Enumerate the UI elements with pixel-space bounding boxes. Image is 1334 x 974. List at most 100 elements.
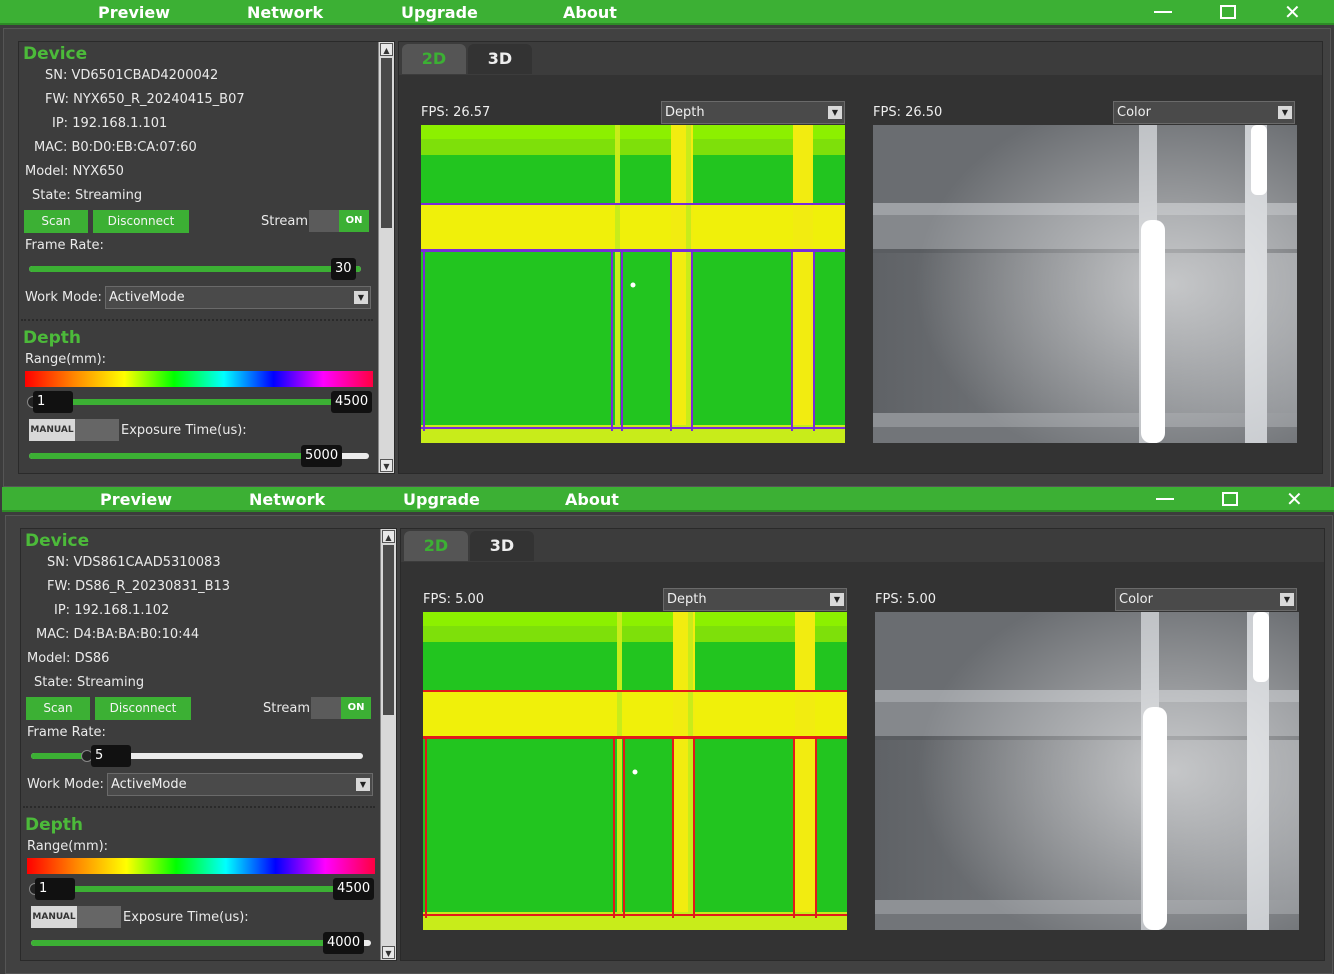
mac-row: MAC: D4:BA:BA:B0:10:44 xyxy=(36,627,199,642)
scroll-up-icon[interactable]: ▲ xyxy=(382,530,395,543)
depth-stream-select[interactable]: Depth ▼ xyxy=(663,588,847,611)
state-row: State: Streaming xyxy=(34,675,144,690)
scroll-down-icon[interactable]: ▼ xyxy=(380,459,393,472)
stream-label: Stream: xyxy=(263,701,315,716)
model-label: Model: xyxy=(25,164,69,179)
stream-viewer: 2D 3D FPS: 5.00 Depth ▼ FPS: 5.00 Color ▼ xyxy=(400,528,1325,961)
depth-fps-label: FPS: xyxy=(421,105,449,120)
manual-label: MANUAL xyxy=(31,906,77,928)
section-divider xyxy=(23,806,375,808)
tab-3d[interactable]: 3D xyxy=(470,531,534,561)
model-label: Model: xyxy=(27,651,71,666)
device-section-title: Device xyxy=(25,531,90,551)
scrollbar-thumb[interactable] xyxy=(381,58,392,228)
work-mode-select[interactable]: ActiveMode ▼ xyxy=(105,286,371,309)
model-value: NYX650 xyxy=(72,164,124,179)
menu-preview[interactable]: Preview xyxy=(100,490,172,509)
frame-rate-value: 5 xyxy=(91,745,131,767)
exposure-mode-toggle[interactable]: MANUAL xyxy=(31,906,121,928)
model-value: DS86 xyxy=(74,651,110,666)
menu-about[interactable]: About xyxy=(563,3,617,22)
frame-rate-slider[interactable] xyxy=(29,266,361,272)
title-bar: Preview Network Upgrade About ✕ xyxy=(0,0,1334,25)
scroll-down-icon[interactable]: ▼ xyxy=(382,946,395,959)
minimize-icon[interactable] xyxy=(1156,498,1174,500)
scroll-up-icon[interactable]: ▲ xyxy=(380,43,393,56)
range-max-value: 4500 xyxy=(333,878,375,900)
range-label: Range(mm): xyxy=(27,839,109,854)
disconnect-button[interactable]: Disconnect xyxy=(93,210,189,233)
chevron-down-icon: ▼ xyxy=(830,593,844,606)
menu-network[interactable]: Network xyxy=(247,3,323,22)
stream-toggle[interactable]: ON xyxy=(309,210,369,232)
close-icon[interactable]: ✕ xyxy=(1284,1,1301,23)
frame-rate-label: Frame Rate: xyxy=(25,238,104,253)
chevron-down-icon: ▼ xyxy=(354,291,368,304)
menu-about[interactable]: About xyxy=(565,490,619,509)
exposure-label: Exposure Time(us): xyxy=(121,423,247,438)
color-fps: FPS: 26.50 xyxy=(873,105,942,120)
tab-2d[interactable]: 2D xyxy=(402,44,466,74)
color-fps-value: 26.50 xyxy=(905,105,943,120)
menu-upgrade[interactable]: Upgrade xyxy=(401,3,478,22)
settings-scrollbar[interactable]: ▲ ▼ xyxy=(378,42,394,473)
depth-fps-value: 5.00 xyxy=(455,592,485,607)
menu-upgrade[interactable]: Upgrade xyxy=(403,490,480,509)
mac-label: MAC: xyxy=(34,140,68,155)
exposure-slider-fill xyxy=(29,453,341,459)
color-stream-select[interactable]: Color ▼ xyxy=(1113,101,1295,124)
stream-view-area: FPS: 26.57 Depth ▼ FPS: 26.50 Color ▼ xyxy=(399,75,1322,473)
depth-view xyxy=(423,612,847,930)
scrollbar-thumb[interactable] xyxy=(383,545,394,715)
minimize-icon[interactable] xyxy=(1154,11,1172,13)
close-icon[interactable]: ✕ xyxy=(1286,488,1303,510)
color-stream-select[interactable]: Color ▼ xyxy=(1115,588,1297,611)
sn-row: SN: VD6501CBAD4200042 xyxy=(45,68,218,83)
fw-row: FW: NYX650_R_20240415_B07 xyxy=(45,92,245,107)
scan-button[interactable]: Scan xyxy=(24,210,88,233)
work-mode-select[interactable]: ActiveMode ▼ xyxy=(107,773,373,796)
maximize-icon[interactable] xyxy=(1222,492,1238,506)
range-slider[interactable] xyxy=(29,399,361,405)
stream-viewer: 2D 3D FPS: 26.57 Depth ▼ FPS: 26.50 Color xyxy=(398,41,1323,474)
frame-rate-value: 30 xyxy=(331,258,356,280)
maximize-icon[interactable] xyxy=(1220,5,1236,19)
stream-toggle[interactable]: ON xyxy=(311,697,371,719)
tab-3d[interactable]: 3D xyxy=(468,44,532,74)
device-section-title: Device xyxy=(23,44,88,64)
depth-fps: FPS: 26.57 xyxy=(421,105,490,120)
color-fps: FPS: 5.00 xyxy=(875,592,936,607)
depth-fps: FPS: 5.00 xyxy=(423,592,484,607)
settings-panel: Device SN: VD6501CBAD4200042 FW: NYX650_… xyxy=(18,41,395,474)
exposure-slider[interactable] xyxy=(31,940,371,946)
settings-scrollbar[interactable]: ▲ ▼ xyxy=(380,529,396,960)
depth-stream-select[interactable]: Depth ▼ xyxy=(661,101,845,124)
disconnect-button[interactable]: Disconnect xyxy=(95,697,191,720)
chevron-down-icon: ▼ xyxy=(828,106,842,119)
tab-2d[interactable]: 2D xyxy=(404,531,468,561)
scan-button[interactable]: Scan xyxy=(26,697,90,720)
menu-preview[interactable]: Preview xyxy=(98,3,170,22)
depth-map-image xyxy=(421,125,845,443)
ip-label: IP: xyxy=(54,603,71,618)
fw-row: FW: DS86_R_20230831_B13 xyxy=(47,579,230,594)
color-stream-mode: Color xyxy=(1119,592,1153,607)
range-label: Range(mm): xyxy=(25,352,107,367)
exposure-slider-fill xyxy=(31,940,363,946)
fw-label: FW: xyxy=(45,92,69,107)
mac-value: B0:D0:EB:CA:07:60 xyxy=(71,140,197,155)
depth-section-title: Depth xyxy=(23,328,82,348)
range-slider[interactable] xyxy=(31,886,363,892)
manual-label: MANUAL xyxy=(29,419,75,441)
range-slider-fill xyxy=(29,399,361,405)
exposure-mode-toggle[interactable]: MANUAL xyxy=(29,419,119,441)
menu-network[interactable]: Network xyxy=(249,490,325,509)
color-view xyxy=(875,612,1299,930)
frame-rate-label: Frame Rate: xyxy=(27,725,106,740)
state-label: State: xyxy=(32,188,71,203)
color-fps-label: FPS: xyxy=(873,105,901,120)
state-value: Streaming xyxy=(76,675,145,690)
depth-view xyxy=(421,125,845,443)
fw-value: DS86_R_20230831_B13 xyxy=(75,579,231,594)
depth-stream-mode: Depth xyxy=(667,592,707,607)
